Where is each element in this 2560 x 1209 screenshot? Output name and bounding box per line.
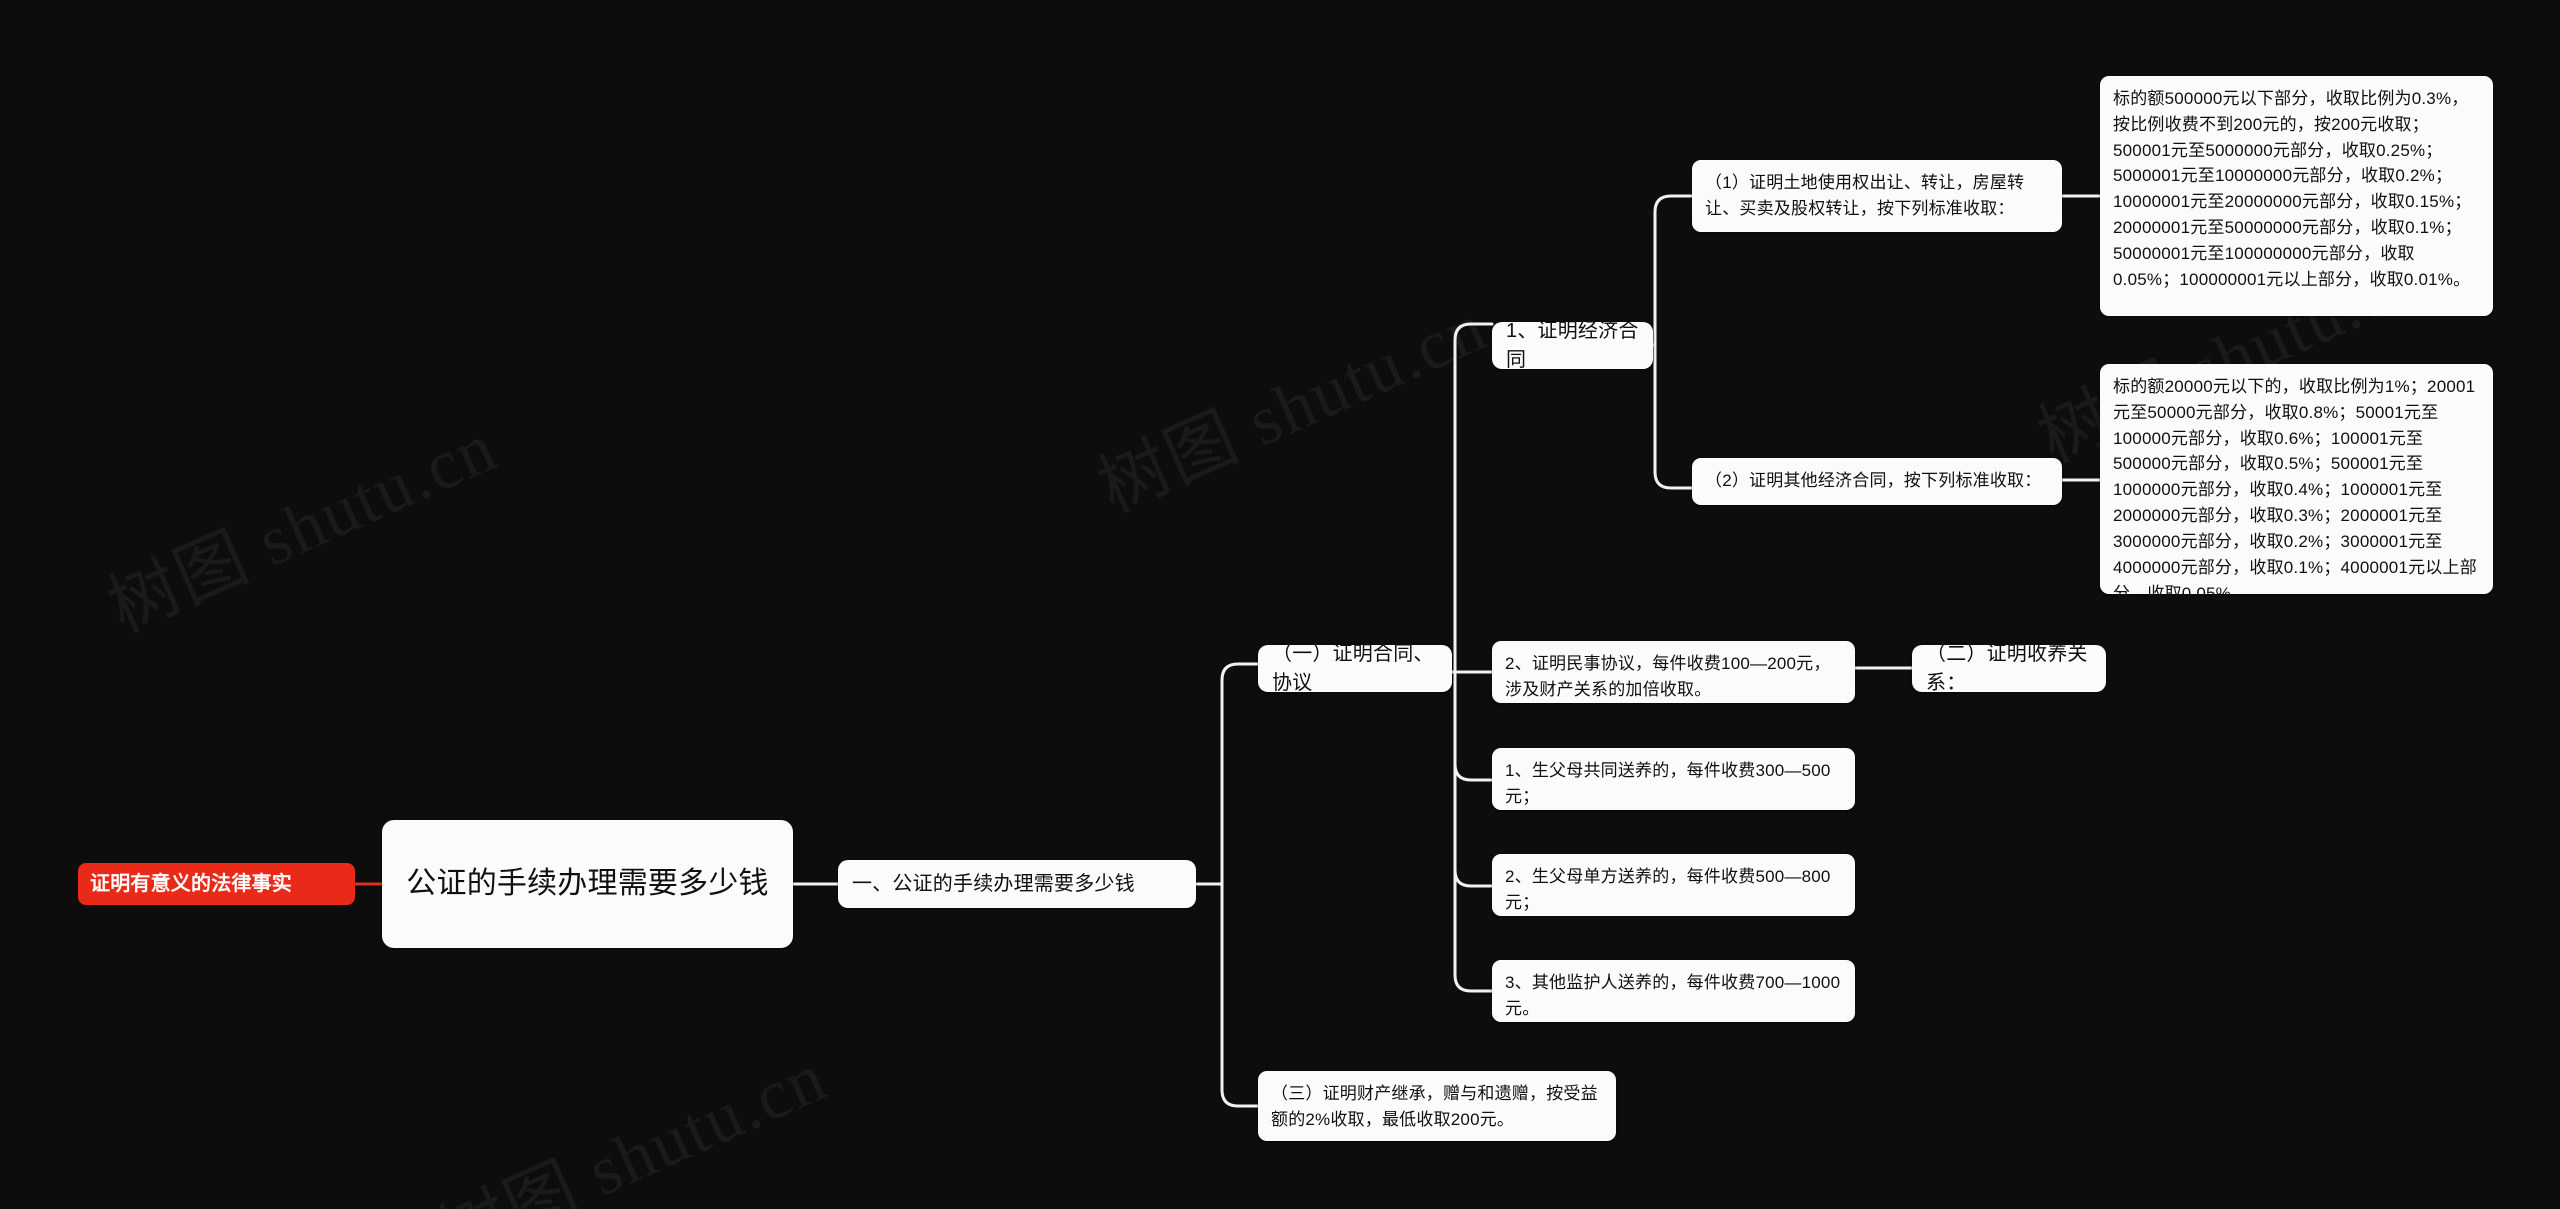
edge-eco-b: [1653, 343, 1694, 490]
civil-agreement-label: 2、证明民事协议，每件收费100—200元，涉及财产关系的加倍收取。: [1505, 654, 1831, 699]
center-topic-node[interactable]: 公证的手续办理需要多少钱: [382, 820, 793, 948]
section-node-3[interactable]: （三）证明财产继承，赠与和遗赠，按受益额的2%收取，最低收取200元。: [1258, 1071, 1616, 1141]
eco-item-b-label: （2）证明其他经济合同，按下列标准收取：: [1705, 471, 2042, 490]
eco-item-b-detail-node[interactable]: 标的额20000元以下的，收取比例为1%；20001元至50000元部分，收取0…: [2100, 364, 2493, 603]
root-tag-node[interactable]: 证明有意义的法律事实: [78, 863, 355, 905]
center-topic-label: 公证的手续办理需要多少钱: [406, 866, 769, 900]
section-node-2-label: （二）证明收养关系：: [1926, 642, 2088, 694]
root-tag-label: 证明有意义的法律事实: [90, 872, 292, 895]
edge-sec1-adopt3: [1453, 670, 1494, 993]
edge-sec1-eco: [1453, 322, 1494, 674]
watermark-text: 树图 shutu.cn: [427, 1038, 838, 1209]
branch-node-1[interactable]: 一、公证的手续办理需要多少钱: [838, 860, 1196, 908]
adoption-node-2[interactable]: 2、生父母单方送养的，每件收费500—800元；: [1492, 854, 1855, 916]
adoption-node-3-label: 3、其他监护人送养的，每件收费700—1000元。: [1505, 973, 1841, 1018]
section-node-2[interactable]: （二）证明收养关系：: [1912, 643, 2106, 694]
adoption-node-1[interactable]: 1、生父母共同送养的，每件收费300—500元；: [1492, 748, 1855, 810]
section-node-1-label: （一）证明合同、协议: [1272, 642, 1434, 694]
civil-agreement-node[interactable]: 2、证明民事协议，每件收费100—200元，涉及财产关系的加倍收取。: [1492, 641, 1855, 703]
eco-item-b-detail-label: 标的额20000元以下的，收取比例为1%；20001元至50000元部分，收取0…: [2113, 377, 2477, 603]
section-node-3-label: （三）证明财产继承，赠与和遗赠，按受益额的2%收取，最低收取200元。: [1271, 1084, 1598, 1129]
mindmap-canvas: 树图 shutu.cn 树图 shutu.cn 树图 shutu.cn 树图 s…: [0, 0, 2560, 1209]
eco-item-b-node[interactable]: （2）证明其他经济合同，按下列标准收取：: [1692, 458, 2062, 505]
watermark-text: 树图 shutu.cn: [1087, 288, 1498, 528]
watermark-text: 树图 shutu.cn: [97, 408, 508, 648]
eco-item-a-node[interactable]: （1）证明土地使用权出让、转让，房屋转让、买卖及股权转让，按下列标准收取：: [1692, 160, 2062, 232]
eco-item-a-detail-node[interactable]: 标的额500000元以下部分，收取比例为0.3%，按比例收费不到200元的，按2…: [2100, 76, 2493, 316]
adoption-node-3[interactable]: 3、其他监护人送养的，每件收费700—1000元。: [1492, 960, 1855, 1022]
eco-contract-node[interactable]: 1、证明经济合同: [1492, 320, 1653, 371]
adoption-node-1-label: 1、生父母共同送养的，每件收费300—500元；: [1505, 761, 1831, 806]
adoption-node-2-label: 2、生父母单方送养的，每件收费500—800元；: [1505, 867, 1831, 912]
edge-trunk-sec1: [1220, 662, 1260, 886]
eco-contract-label: 1、证明经济合同: [1506, 319, 1639, 371]
eco-item-a-detail-label: 标的额500000元以下部分，收取比例为0.3%，按比例收费不到200元的，按2…: [2113, 89, 2472, 289]
section-node-1[interactable]: （一）证明合同、协议: [1258, 643, 1452, 694]
edge-sec1-adopt1: [1453, 670, 1494, 782]
edge-trunk-sec3: [1220, 882, 1260, 1108]
edge-eco-a: [1653, 194, 1694, 347]
eco-item-a-label: （1）证明土地使用权出让、转让，房屋转让、买卖及股权转让，按下列标准收取：: [1705, 173, 2025, 218]
branch-node-1-label: 一、公证的手续办理需要多少钱: [852, 872, 1135, 895]
edge-sec1-adopt2: [1453, 670, 1494, 888]
